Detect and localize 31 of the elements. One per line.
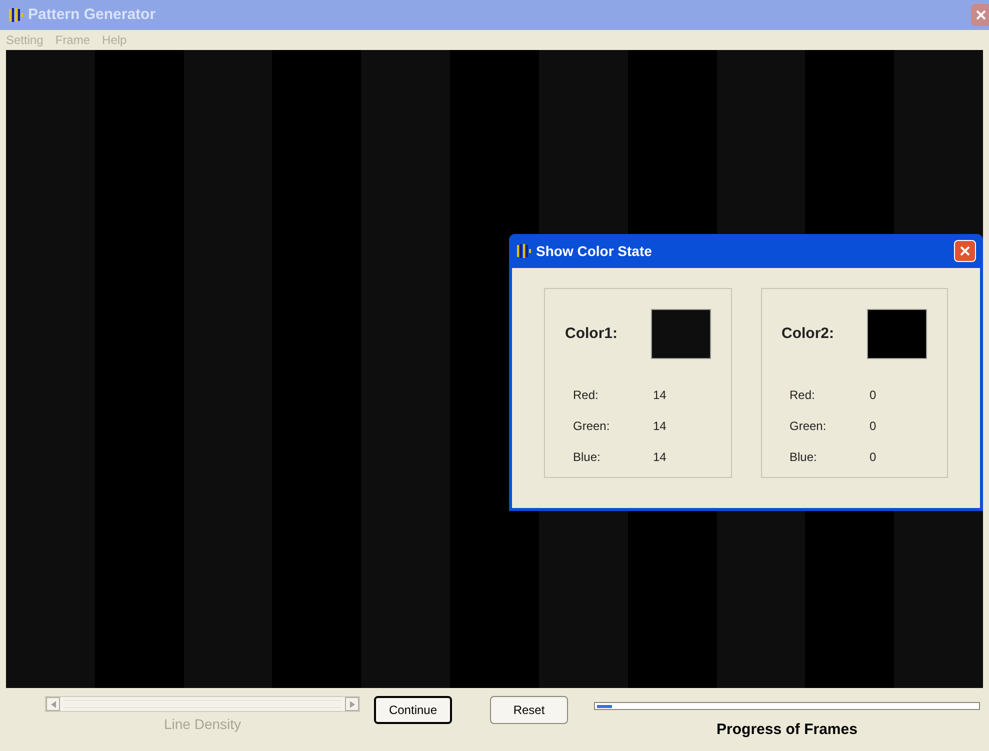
left-arrow-icon xyxy=(50,700,56,708)
color-label: Color2: xyxy=(782,324,834,344)
channel-value: 0 xyxy=(870,449,876,466)
progress-label: Progress of Frames xyxy=(716,720,858,740)
close-button[interactable] xyxy=(971,4,989,26)
menu-item[interactable]: Help xyxy=(102,31,127,49)
menu-item[interactable]: Frame xyxy=(55,31,90,49)
channel-value: 0 xyxy=(870,387,876,404)
channel-value: 0 xyxy=(870,418,876,435)
close-icon xyxy=(960,246,970,256)
close-button[interactable] xyxy=(954,240,976,262)
dialog-title: Show Color State xyxy=(536,242,652,260)
color-label: Color1: xyxy=(565,324,618,344)
right-arrow-icon xyxy=(350,700,354,708)
channel-value: 14 xyxy=(653,418,666,435)
channel-label: Blue: xyxy=(573,449,602,466)
channel-value: 14 xyxy=(653,449,666,466)
stripes-icon xyxy=(8,7,24,23)
channel-label: Blue: xyxy=(790,449,818,466)
menu-item[interactable]: Setting xyxy=(6,31,44,49)
stripes-icon xyxy=(516,243,532,259)
close-icon xyxy=(976,10,986,20)
action-button[interactable]: Continue xyxy=(374,696,452,724)
slider-label: Line Density xyxy=(164,715,242,734)
channel-label: Red: xyxy=(790,387,816,404)
channel-label: Red: xyxy=(573,387,600,404)
channel-value: 14 xyxy=(653,387,666,404)
channel-label: Green: xyxy=(573,418,611,435)
channel-label: Green: xyxy=(790,418,828,435)
action-button[interactable]: Reset xyxy=(490,696,568,724)
window-title: Pattern Generator xyxy=(28,4,156,25)
